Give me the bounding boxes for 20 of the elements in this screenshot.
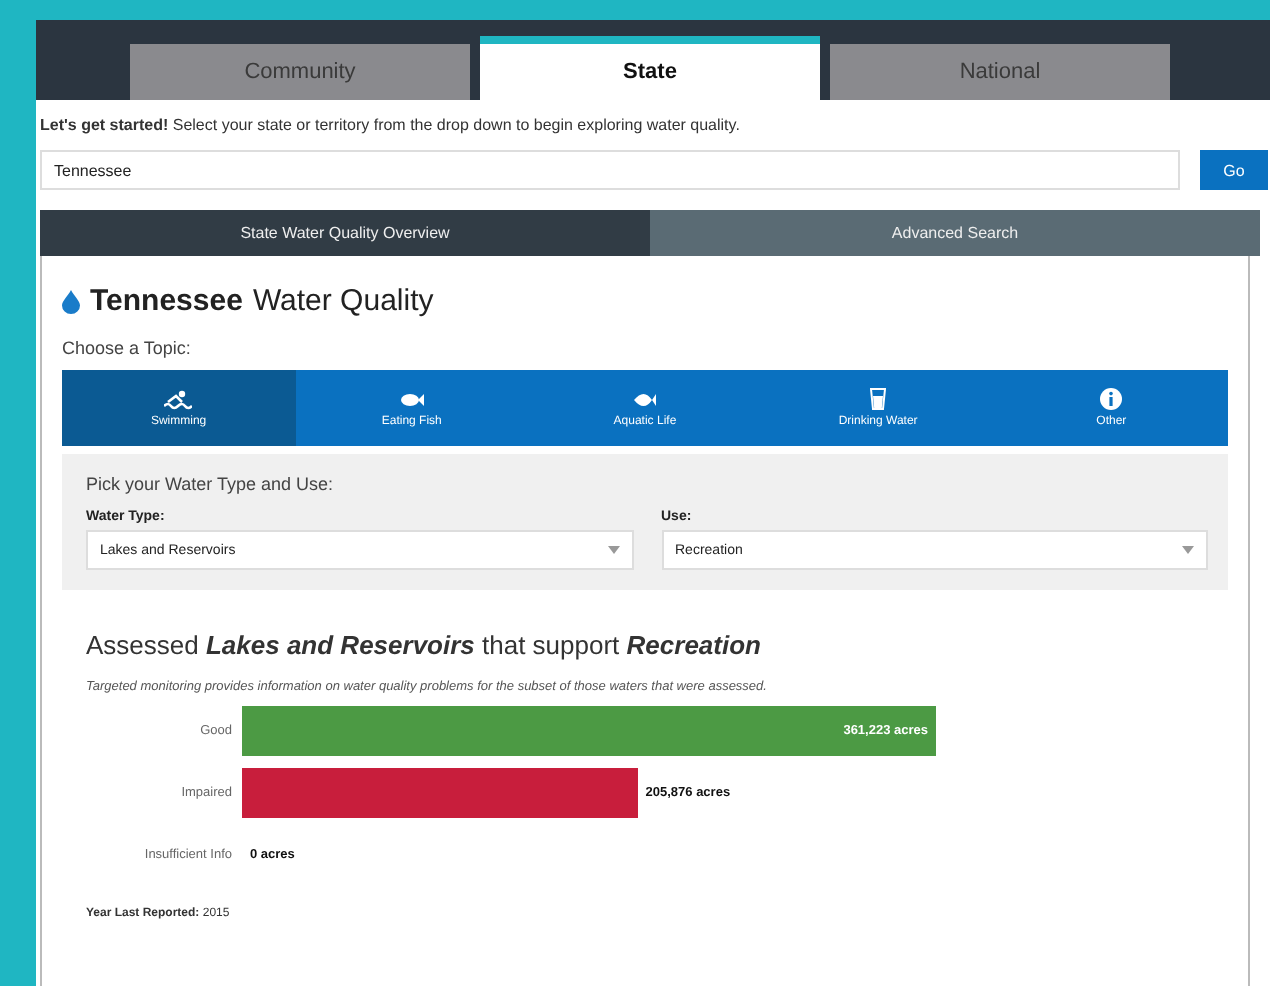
- fish-icon: [632, 389, 657, 409]
- water-drop-icon: [62, 289, 80, 313]
- main-tab[interactable]: National: [830, 44, 1170, 100]
- section-tab[interactable]: Advanced Search: [650, 210, 1260, 256]
- main-tab[interactable]: Community: [130, 44, 470, 100]
- section-tab[interactable]: State Water Quality Overview: [40, 210, 650, 256]
- caret-icon: [607, 546, 619, 554]
- intro-text: Let's get started! Select your state or territory from the drop down to begin exploring water quality.: [40, 116, 742, 134]
- info-icon: [1100, 388, 1123, 410]
- state-name: Tennessee: [90, 284, 243, 318]
- page-title: Water Quality: [252, 284, 434, 318]
- glass-icon: [870, 388, 887, 410]
- go-button[interactable]: Go: [1200, 150, 1268, 190]
- main-tab[interactable]: State: [480, 36, 820, 100]
- caret-icon: [1182, 546, 1194, 554]
- filter-prompt: Pick your Water Type and Use:: [86, 474, 336, 494]
- chart-heading: Assessed Lakes and Reservoirs that support Recreation: [86, 630, 763, 660]
- state-select[interactable]: Tennessee: [40, 150, 1180, 190]
- swimmer-icon: [164, 389, 193, 409]
- topic-prompt: Choose a Topic:: [62, 338, 193, 358]
